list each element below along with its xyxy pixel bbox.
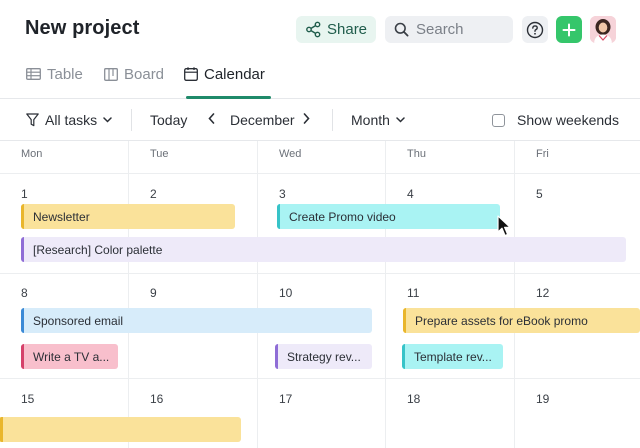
calendar-event[interactable]: Sponsored email [21, 308, 372, 333]
calendar-event[interactable]: Strategy rev... [275, 344, 372, 369]
row-divider [0, 173, 640, 174]
day-number[interactable]: 3 [279, 187, 286, 201]
search-placeholder: Search [416, 21, 464, 38]
event-title: Create Promo video [289, 209, 396, 224]
event-title: [Research] Color palette [33, 242, 163, 257]
day-number[interactable]: 11 [407, 286, 419, 300]
event-title: Newsletter [33, 209, 90, 224]
chevron-down-icon [103, 117, 112, 123]
page-title: New project [25, 17, 140, 39]
today-button[interactable]: Today [150, 112, 187, 128]
tab-board[interactable]: Board [104, 64, 164, 84]
day-number[interactable]: 17 [279, 392, 292, 406]
plus-icon [562, 23, 576, 36]
search-icon [394, 22, 409, 37]
tab-calendar-label: Calendar [204, 65, 265, 83]
filter-dropdown[interactable]: All tasks [26, 112, 112, 128]
day-number[interactable]: 15 [21, 392, 34, 406]
event-title: Sponsored email [33, 313, 124, 328]
event-title: Template rev... [414, 349, 492, 364]
share-button[interactable]: Share [296, 16, 376, 43]
day-number[interactable]: 8 [21, 286, 28, 300]
show-weekends-label: Show weekends [517, 112, 619, 128]
search-input[interactable]: Search [385, 16, 513, 43]
day-number[interactable]: 9 [150, 286, 157, 300]
column-divider [385, 141, 386, 448]
toolbar-divider [332, 109, 333, 131]
chevron-left-icon [208, 113, 215, 124]
weekday-header: Fri [536, 148, 549, 160]
chevron-right-icon [303, 113, 310, 124]
calendar-event[interactable]: Create Promo video [277, 204, 500, 229]
today-label: Today [150, 112, 188, 128]
column-divider [257, 141, 258, 448]
table-icon [26, 68, 41, 80]
view-mode-label: Month [351, 112, 390, 128]
view-tabs: Table Board Calendar [0, 58, 640, 99]
event-title: Write a TV a... [33, 349, 110, 364]
tab-table-label: Table [47, 65, 83, 83]
help-button[interactable] [522, 16, 548, 43]
board-icon [104, 67, 118, 81]
calendar-event[interactable]: [Research] Color palette [21, 237, 626, 262]
month-label: December [230, 112, 295, 128]
next-month-button[interactable] [303, 113, 310, 124]
header: New project Share Search [0, 0, 640, 58]
calendar-toolbar: All tasks Today December Month Show week… [0, 99, 640, 141]
weekday-header: Thu [407, 148, 426, 160]
day-number[interactable]: 12 [536, 286, 549, 300]
user-avatar[interactable] [590, 16, 616, 43]
day-number[interactable]: 4 [407, 187, 414, 201]
calendar-icon [184, 67, 198, 81]
row-divider [0, 273, 640, 274]
avatar-image [590, 16, 616, 43]
share-icon [306, 21, 321, 38]
column-divider [128, 141, 129, 448]
mouse-cursor-icon [497, 215, 511, 237]
day-number[interactable]: 19 [536, 392, 549, 406]
view-mode-dropdown[interactable]: Month [351, 112, 405, 128]
calendar-grid: Mon Tue Wed Thu Fri 1 2 3 4 5 8 9 10 11 … [0, 141, 640, 448]
chevron-down-icon [396, 117, 405, 123]
current-month: December [230, 112, 295, 128]
day-number[interactable]: 10 [279, 286, 292, 300]
weekday-header: Tue [150, 148, 169, 160]
column-divider [514, 141, 515, 448]
event-title: Prepare assets for eBook promo [415, 313, 588, 328]
day-number[interactable]: 18 [407, 392, 420, 406]
day-number[interactable]: 16 [150, 392, 163, 406]
tab-calendar[interactable]: Calendar [184, 64, 265, 84]
calendar-event[interactable]: Prepare assets for eBook promo [403, 308, 640, 333]
weekday-header: Wed [279, 148, 302, 160]
tab-board-label: Board [124, 65, 165, 83]
calendar-event[interactable]: Write a TV a... [21, 344, 118, 369]
toolbar-divider [131, 109, 132, 131]
help-icon [526, 21, 544, 38]
show-weekends-checkbox[interactable] [492, 113, 505, 127]
row-divider [0, 378, 640, 379]
add-button[interactable] [556, 16, 582, 43]
filter-icon [26, 113, 39, 127]
tab-table[interactable]: Table [26, 64, 83, 84]
event-title: Strategy rev... [287, 349, 361, 364]
weekday-header: Mon [21, 148, 43, 160]
share-label: Share [327, 21, 368, 38]
filter-label: All tasks [45, 112, 98, 128]
calendar-event[interactable]: Newsletter [21, 204, 235, 229]
show-weekends-toggle[interactable]: Show weekends [492, 112, 619, 128]
day-number[interactable]: 5 [536, 187, 543, 201]
day-number[interactable]: 2 [150, 187, 157, 201]
calendar-event[interactable] [0, 417, 241, 442]
prev-month-button[interactable] [208, 113, 215, 124]
calendar-event[interactable]: Template rev... [402, 344, 503, 369]
day-number[interactable]: 1 [21, 187, 28, 201]
